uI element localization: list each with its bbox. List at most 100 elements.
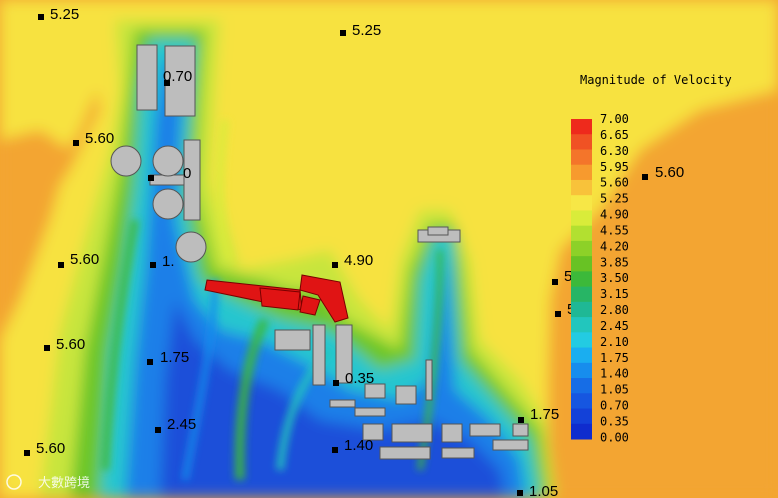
legend-tick-label: 5.95 — [600, 160, 629, 174]
legend-swatch — [571, 240, 592, 257]
probe-9-marker — [642, 174, 648, 180]
velocity-contour-plot: 5.25 5.25 0.70 5.60 0 5.60 1. 4.90 5.60 … — [0, 0, 778, 498]
tank-4 — [175, 231, 207, 263]
probe-14-label: 1.75 — [530, 406, 559, 423]
probe-15-label: 2.45 — [167, 416, 196, 433]
legend-swatches — [571, 119, 592, 440]
legend-swatch — [571, 408, 592, 425]
legend-swatch — [571, 149, 592, 166]
probe-18-marker — [517, 490, 523, 496]
legend-swatch — [571, 179, 592, 196]
probe-8-marker — [332, 262, 338, 268]
probe-14-marker — [518, 417, 524, 423]
probe-1-label: 5.25 — [50, 6, 79, 23]
legend-tick-label: 4.20 — [600, 239, 629, 253]
probe-19-label: 5.60 — [56, 336, 85, 353]
watermark-text: 大數跨境 — [38, 476, 90, 491]
legend-tick-label: 3.50 — [600, 271, 629, 285]
probe-15-marker — [155, 427, 161, 433]
probe-3: 0.70 — [163, 68, 192, 86]
legend-tick-label: 1.40 — [600, 367, 629, 381]
building-4 — [149, 174, 185, 186]
legend-ticks: 7.00 6.65 6.30 5.95 5.60 5.25 4.904.55 4.20 3.85… — [600, 112, 629, 444]
legend-title: Magnitude of Velocity — [580, 73, 732, 87]
probe-8-label: 4.90 — [344, 252, 373, 269]
legend-tick-label: 3.15 — [600, 287, 629, 301]
legend-swatch — [571, 119, 592, 135]
probe-7-marker — [150, 262, 156, 268]
legend-tick-label: 4.55 — [600, 223, 629, 237]
legend-tick-label: 3.85 — [600, 255, 629, 269]
probe-9-label: 5.60 — [655, 164, 684, 181]
probe-17-label: 5.60 — [36, 440, 65, 457]
legend-swatch — [571, 347, 592, 364]
building-15 — [391, 423, 433, 443]
probe-12-label: 1.75 — [160, 349, 189, 366]
legend-swatch — [571, 134, 592, 150]
legend-tick-label: 0.70 — [600, 399, 629, 413]
tank-2 — [152, 145, 184, 177]
legend-swatch — [571, 286, 592, 303]
probe-6-marker — [58, 262, 64, 268]
legend-tick-label: 0.35 — [600, 414, 629, 428]
legend-swatch — [571, 195, 592, 211]
legend-swatch — [571, 256, 592, 272]
legend-swatch — [571, 332, 592, 349]
building-13 — [354, 407, 386, 417]
probe-10-marker — [552, 279, 558, 285]
probe-2-label: 5.25 — [352, 22, 381, 39]
probe-13-marker — [333, 380, 339, 386]
probe-4-label: 5.60 — [85, 130, 114, 147]
legend-tick-label: 7.00 — [600, 112, 629, 126]
legend-tick-label: 6.65 — [600, 128, 629, 142]
probe-6-label: 5.60 — [70, 251, 99, 268]
tank-3 — [152, 188, 184, 220]
legend-swatch — [571, 301, 592, 318]
red-beam-2 — [259, 287, 301, 311]
building-17 — [469, 423, 501, 437]
probe-1-marker — [38, 14, 44, 20]
legend-swatch — [571, 393, 592, 410]
building-16 — [441, 423, 463, 443]
legend-swatch — [571, 423, 592, 440]
legend-swatch — [571, 225, 592, 242]
legend-swatch — [571, 210, 592, 227]
probe-2-marker — [340, 30, 346, 36]
probe-17-marker — [24, 450, 30, 456]
legend-swatch — [571, 378, 592, 394]
legend-tick-label: 4.90 — [600, 208, 629, 222]
legend-tick-label: 1.75 — [600, 351, 629, 365]
tank-1 — [110, 145, 142, 177]
legend-tick-label: 2.10 — [600, 335, 629, 349]
legend-tick-label: 2.80 — [600, 303, 629, 317]
legend-tick-label: 6.30 — [600, 144, 629, 158]
building-8 — [312, 324, 326, 386]
building-7 — [274, 329, 311, 351]
legend-tick-label: 1.05 — [600, 383, 629, 397]
probe-12-marker — [147, 359, 153, 365]
building-22 — [425, 359, 433, 401]
legend-tick-label: 5.25 — [600, 192, 629, 206]
probe-4-marker — [73, 140, 79, 146]
building-6 — [427, 226, 449, 236]
building-11 — [395, 385, 417, 405]
probe-11-marker — [555, 311, 561, 317]
legend-swatch — [571, 164, 592, 181]
building-18 — [512, 423, 529, 437]
legend-swatch — [571, 317, 592, 333]
building-20 — [441, 447, 475, 459]
probe-19-marker — [44, 345, 50, 351]
probe-7-label: 1. — [162, 253, 175, 270]
probe-18-label: 1.05 — [529, 483, 558, 498]
building-12 — [329, 399, 356, 408]
building-19 — [379, 446, 431, 460]
legend-swatch — [571, 362, 592, 379]
legend-swatch — [571, 271, 592, 288]
legend-tick-label: 2.45 — [600, 319, 629, 333]
probe-13-label: 0.35 — [345, 370, 374, 387]
legend-tick-label: 0.00 — [600, 430, 629, 444]
legend-tick-label: 5.60 — [600, 176, 629, 190]
probe-16-label: 1.40 — [344, 437, 373, 454]
building-1 — [136, 44, 158, 111]
probe-5-marker — [148, 175, 154, 181]
